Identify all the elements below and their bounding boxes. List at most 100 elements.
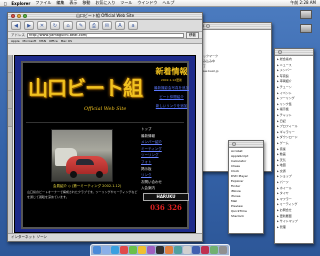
site-menu-item[interactable]: ツーリング — [141, 152, 195, 159]
site-menu-item[interactable]: お問い合わせ — [141, 179, 195, 186]
browser-window: 山口ビート組 Official Web Site ◀ ▶ ✕ ↻ ⌂ ✎ ⎙ ✉… — [7, 12, 203, 242]
refresh-icon[interactable]: ↻ — [50, 21, 60, 30]
go-button[interactable]: 移動 — [186, 31, 199, 39]
mail-dock-icon[interactable] — [102, 246, 110, 254]
photo-caption: 会員紹介 ◇ (第一ミーティング 2002.1.12) — [53, 184, 122, 188]
page-area: 山口ビート組 Official Web Site 新着情報 2002.1.12更… — [14, 55, 196, 233]
news-date: 2002.1.12更新 — [160, 78, 183, 82]
close-button[interactable] — [232, 142, 236, 146]
stop-icon[interactable]: ✕ — [37, 21, 47, 30]
scrapbook-tab[interactable] — [8, 109, 12, 127]
autofill-icon[interactable]: ✎ — [76, 21, 86, 30]
larger-text-icon[interactable]: A — [115, 21, 125, 30]
browser-titlebar[interactable]: 山口ビート組 Official Web Site — [8, 13, 202, 20]
divider — [26, 122, 184, 123]
app-dock-icon[interactable] — [138, 246, 146, 254]
wheel — [70, 171, 77, 178]
app-dock-icon[interactable] — [183, 246, 191, 254]
window-titlebar[interactable] — [229, 141, 263, 148]
menu-tools[interactable]: ツール — [120, 0, 132, 6]
list-item[interactable]: www.beat.jp — [197, 69, 271, 74]
finder-dock-icon[interactable] — [93, 246, 101, 254]
menu-go[interactable]: 移動 — [82, 0, 90, 6]
back-icon[interactable]: ◀ — [11, 21, 21, 30]
forward-icon[interactable]: ▶ — [24, 21, 34, 30]
news-link[interactable]: ビート仲間紹介 — [145, 95, 198, 100]
favorites-tab[interactable] — [8, 55, 12, 73]
web-page: 山口ビート組 Official Web Site 新着情報 2002.1.12更… — [21, 61, 189, 229]
explorer-bar-tabs — [8, 55, 13, 233]
app-dock-icon[interactable] — [165, 246, 173, 254]
drive-icon[interactable] — [300, 24, 312, 33]
site-logo-text: 山口ビート組 — [28, 76, 143, 100]
site-description: 山口県のビートオーナーで構成されたクラブです。ツーリングやミーティングなどを通じ… — [27, 190, 138, 199]
history-tab[interactable] — [8, 73, 12, 91]
hard-drive-icon[interactable] — [300, 10, 312, 19]
dock — [90, 244, 230, 256]
menu-window[interactable]: ウインドウ — [137, 0, 157, 6]
news-panel: 新着情報 2002.1.12更新 最新撮影会写真を追加 ビート仲間紹介 新しいリ… — [145, 66, 198, 122]
menu-edit[interactable]: 編集 — [56, 0, 64, 6]
news-link[interactable]: 最新撮影会写真を追加 — [145, 86, 198, 91]
window-titlebar[interactable] — [197, 23, 271, 30]
site-menu-item[interactable]: メンバー紹介 — [141, 139, 195, 146]
site-menu-item[interactable]: トップ — [141, 126, 195, 133]
menu-help[interactable]: ヘルプ — [162, 0, 174, 6]
trash-dock-icon[interactable] — [219, 246, 227, 254]
mail-icon[interactable]: ✉ — [102, 21, 112, 30]
link-microsoft[interactable]: Microsoft — [23, 39, 37, 43]
status-text: インターネット ゾーン — [11, 235, 47, 239]
minimize-button[interactable] — [17, 14, 21, 18]
menu-clock[interactable]: 午前 2:28 AM — [290, 0, 316, 6]
menu-view[interactable]: 表示 — [69, 0, 77, 6]
minimize-button[interactable] — [206, 24, 210, 28]
explorer-dock-icon[interactable] — [111, 246, 119, 254]
status-bar: インターネット ゾーン — [8, 233, 202, 241]
list-window: 総合案内ニュースメンバー写真館車両紹介チューンイベントツーリングリンク集掲示板チ… — [274, 48, 314, 244]
search-tab[interactable] — [8, 91, 12, 109]
print-icon[interactable]: ⎙ — [89, 21, 99, 30]
close-button[interactable] — [278, 50, 282, 54]
address-input[interactable] — [27, 32, 184, 38]
app-dock-icon[interactable] — [156, 246, 164, 254]
list-item[interactable]: 管理 — [277, 225, 311, 231]
site-menu-item[interactable]: ミーティング — [141, 146, 195, 153]
app-dock-icon[interactable] — [120, 246, 128, 254]
smaller-text-icon[interactable]: a — [128, 21, 138, 30]
app-menu[interactable]: Explorer — [11, 1, 30, 6]
link-apple[interactable]: Apple — [11, 39, 20, 43]
phone-number: 036 326 — [150, 203, 182, 212]
app-dock-icon[interactable] — [147, 246, 155, 254]
home-icon[interactable]: ⌂ — [63, 21, 73, 30]
menu-favorites[interactable]: お気に入り — [95, 0, 115, 6]
item-list: 総合案内ニュースメンバー写真館車両紹介チューンイベントツーリングリンク集掲示板チ… — [275, 56, 313, 243]
news-link[interactable]: 新しいリンクを追加 — [145, 104, 198, 109]
link-msn[interactable]: MSN — [39, 39, 46, 43]
site-menu-item[interactable]: リンク — [141, 172, 195, 179]
site-menu-item[interactable]: 掲示板 — [141, 166, 195, 173]
site-menu-item[interactable]: 入会案内 — [141, 185, 195, 192]
car-photo[interactable] — [51, 129, 113, 182]
zoom-button[interactable] — [23, 14, 27, 18]
menu-bar:  Explorer ファイル 編集 表示 移動 お気に入り ツール ウインドウ… — [0, 0, 320, 7]
links-bar: Apple Microsoft MSN Office Mac OS — [8, 39, 202, 44]
app-dock-icon[interactable] — [174, 246, 182, 254]
window-titlebar[interactable] — [275, 49, 313, 56]
site-menu-item[interactable]: 最新情報 — [141, 133, 195, 140]
list-item[interactable]: Sherlock — [231, 214, 261, 219]
site-logo[interactable]: 山口ビート組 Official Web Site — [26, 66, 143, 123]
link-macos[interactable]: Mac OS — [61, 39, 72, 43]
app-dock-icon[interactable] — [210, 246, 218, 254]
site-logo-subtitle: Official Web Site — [84, 106, 127, 112]
app-dock-icon[interactable] — [201, 246, 209, 254]
close-button[interactable] — [11, 14, 15, 18]
site-menu: トップ 最新情報 メンバー紹介 ミーティング ツーリング フォト 掲示板 リンク お問い合わせ入… — [141, 126, 195, 192]
menu-file[interactable]: ファイル — [35, 0, 51, 6]
sponsor-banner[interactable]: HARUKU — [143, 193, 189, 201]
app-dock-icon[interactable] — [129, 246, 137, 254]
site-menu-item[interactable]: フォト — [141, 159, 195, 166]
link-office[interactable]: Office — [49, 39, 58, 43]
address-bar: アドレス 移動 — [8, 31, 202, 39]
apple-menu-icon[interactable]:  — [4, 1, 6, 6]
app-dock-icon[interactable] — [192, 246, 200, 254]
